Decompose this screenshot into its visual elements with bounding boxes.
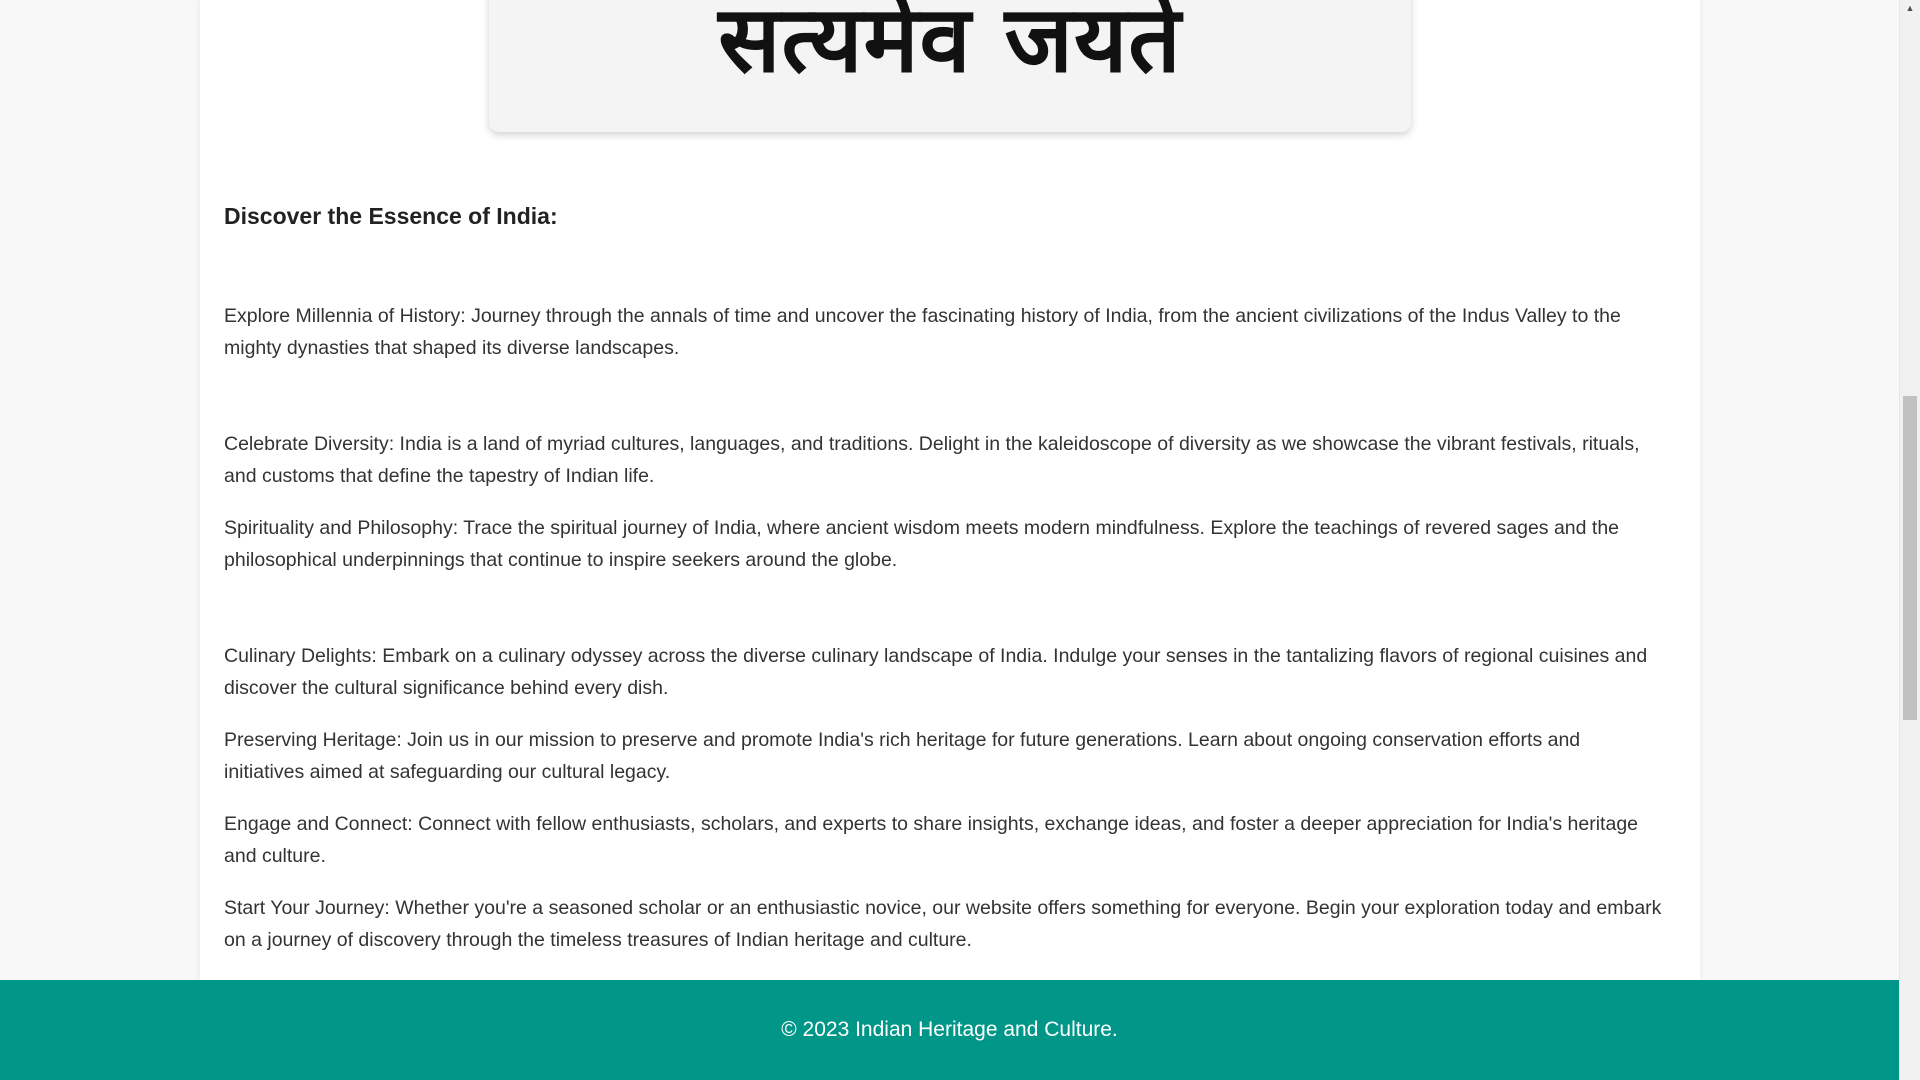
paragraph-diversity: Celebrate Diversity: India is a land of … xyxy=(224,433,1640,487)
scroll-up-arrow-icon[interactable]: ▲ xyxy=(1900,0,1920,17)
paragraph-culinary: Culinary Delights: Embark on a culinary … xyxy=(224,645,1648,699)
scrollbar-thumb[interactable] xyxy=(1903,396,1917,720)
paragraph-spirituality: Spirituality and Philosophy: Trace the s… xyxy=(224,517,1620,571)
paragraph-journey: Start Your Journey: Whether you're a sea… xyxy=(224,897,1662,951)
main-content-card: सत्यमेव जयते Discover the Essence of Ind… xyxy=(200,0,1700,980)
paragraph-history: Explore Millennia of History: Journey th… xyxy=(224,305,1621,359)
paragraph-heritage: Preserving Heritage: Join us in our miss… xyxy=(224,729,1581,783)
section-heading: Discover the Essence of India: xyxy=(224,203,558,229)
content-section: Discover the Essence of India: Explore M… xyxy=(224,196,1664,956)
page-viewport: सत्यमेव जयते Discover the Essence of Ind… xyxy=(0,0,1899,1080)
motto-image-card: सत्यमेव जयते xyxy=(489,0,1411,132)
paragraph-engage: Engage and Connect: Connect with fellow … xyxy=(224,813,1639,867)
page-footer: © 2023 Indian Heritage and Culture. xyxy=(0,980,1899,1080)
vertical-scrollbar[interactable]: ▲ xyxy=(1899,0,1920,1080)
footer-copyright: © 2023 Indian Heritage and Culture. xyxy=(781,1018,1118,1041)
motto-text: सत्यमेव जयते xyxy=(718,0,1182,93)
